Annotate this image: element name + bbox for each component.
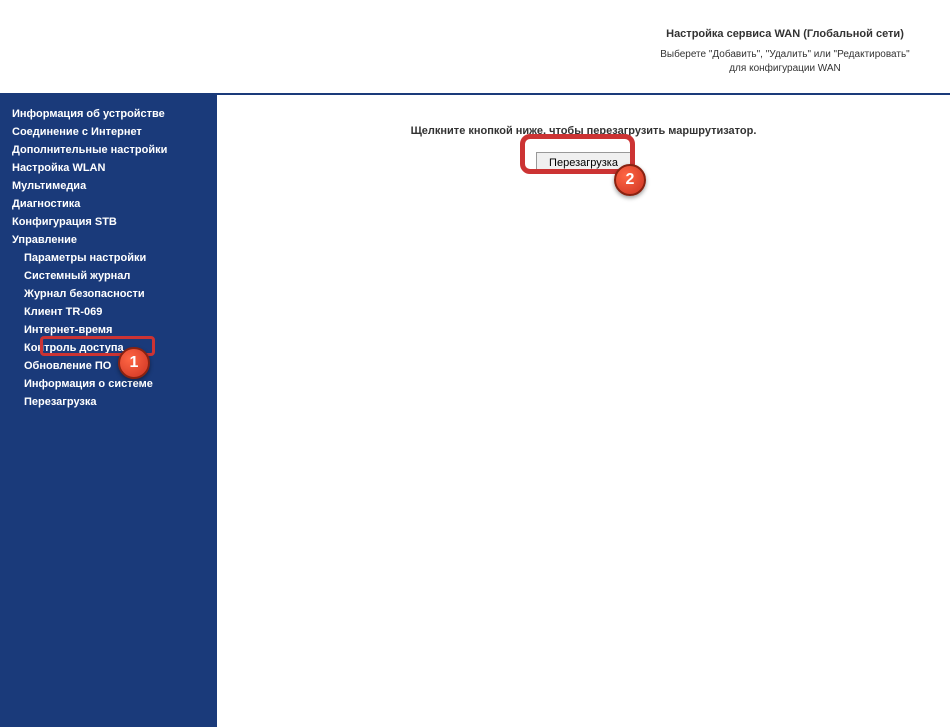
sidebar-item-internet-connection[interactable]: Соединение с Интернет [0,123,217,141]
sidebar-subitem-system-info[interactable]: Информация о системе [0,375,217,393]
sidebar-subitem-tr069-client[interactable]: Клиент TR-069 [0,303,217,321]
sidebar-item-wlan-settings[interactable]: Настройка WLAN [0,159,217,177]
content-area: Щелкните кнопкой ниже, чтобы перезагрузи… [217,95,950,727]
sidebar-subitem-settings-params[interactable]: Параметры настройки [0,249,217,267]
sidebar-subitem-reboot[interactable]: Перезагрузка [0,393,217,411]
sidebar-subitem-software-update[interactable]: Обновление ПО [0,357,217,375]
sidebar-subitem-system-log[interactable]: Системный журнал [0,267,217,285]
header-title: Настройка сервиса WAN (Глобальной сети) [660,28,910,40]
main-container: Информация об устройстве Соединение с Ин… [0,95,950,727]
sidebar-item-advanced-settings[interactable]: Дополнительные настройки [0,141,217,159]
sidebar-subitem-internet-time[interactable]: Интернет-время [0,321,217,339]
sidebar-nav: Информация об устройстве Соединение с Ин… [0,95,217,727]
sidebar-item-stb-config[interactable]: Конфигурация STB [0,213,217,231]
sidebar-item-device-info[interactable]: Информация об устройстве [0,105,217,123]
sidebar-item-management[interactable]: Управление [0,231,217,249]
header-subtitle: Выберете "Добавить", "Удалить" или "Реда… [660,48,910,76]
page-header: Настройка сервиса WAN (Глобальной сети) … [0,0,950,95]
reboot-button[interactable]: Перезагрузка [536,152,631,174]
sidebar-subitem-security-log[interactable]: Журнал безопасности [0,285,217,303]
instruction-text: Щелкните кнопкой ниже, чтобы перезагрузи… [257,125,910,137]
sidebar-item-diagnostics[interactable]: Диагностика [0,195,217,213]
sidebar-subitem-access-control[interactable]: Контроль доступа [0,339,217,357]
header-info-block: Настройка сервиса WAN (Глобальной сети) … [660,28,910,76]
sidebar-item-multimedia[interactable]: Мультимедиа [0,177,217,195]
